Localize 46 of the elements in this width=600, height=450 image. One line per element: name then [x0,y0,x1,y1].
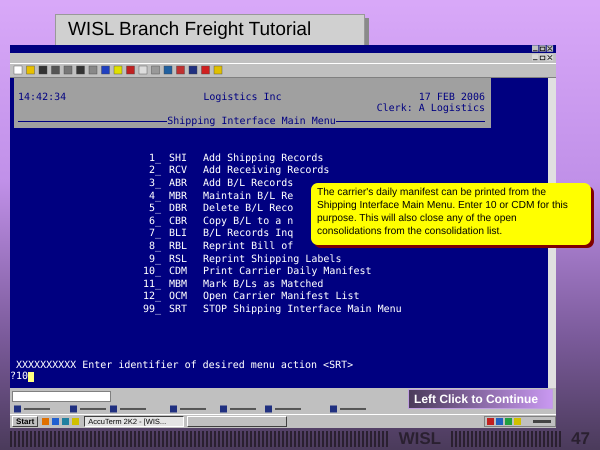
menu-code: MBM [168,278,188,292]
menu-number: 9_ [148,254,161,266]
menu-number: 11_ [142,278,161,292]
menu-code: SRT [168,304,188,317]
menu-code: SHI [168,152,188,166]
menu-number: 5_ [148,203,161,216]
menu-code: RBL [168,241,188,254]
menu-code: OCM [168,291,188,304]
menu-code: CDM [168,266,188,279]
menu-label: Delete B/L Reco [203,203,294,216]
menu-title: Shipping Interface Main Menu [167,116,336,127]
menu-number: 6_ [148,216,161,228]
menu-code: CBR [168,216,188,228]
menu-label: Copy B/L to a n [203,216,294,228]
menu-label: Reprint Shipping Labels [203,254,342,266]
menu-label: Mark B/Ls as Matched [203,278,324,291]
date-text: 17 FEB 2006 [418,92,485,103]
menu-label: Reprint Bill of [203,241,294,254]
menu-label: Open Carrier Manifest List [203,291,360,304]
menu-label: Add Receiving Records [203,165,330,178]
menu-code: MBR [168,190,188,204]
menu-number: 1_ [148,152,161,166]
company-name: Logistics Inc [203,92,282,103]
menu-code: DBR [168,203,188,216]
menu-number: 2_ [148,165,161,178]
menu-code: RSL [168,254,188,266]
prompt-text: XXXXXXXXXX Enter identifier of desired menu action <SRT> [15,360,354,371]
menu-label: Maintain B/L Re [203,190,294,203]
menu-number: 8_ [148,241,161,254]
callout-tooltip: The carrier's daily manifest can be printed from the Shipping Interface Main Menu. Enter 10 or CDM for this purpose. This will also close any of the open consolidations from the consolidation list. [311,183,591,245]
menu-number: 7_ [148,228,161,241]
time-text: 14:42:34 [18,92,66,103]
menu-label: Print Carrier Daily Manifest [203,266,372,279]
menu-number: 99_ [142,304,161,317]
menu-number: 12_ [142,291,161,304]
menu-number: 4_ [148,190,161,204]
menu-label: Add Shipping Records [203,152,324,165]
menu-label: Add B/L Records [203,178,294,191]
menu-code: ABR [168,178,188,191]
menu-code: BLI [168,228,188,241]
menu-number: 3_ [148,178,161,191]
menu-label: STOP Shipping Interface Main Menu [203,304,402,317]
menu-number: 10_ [142,266,161,279]
menu-code: RCV [168,165,188,178]
menu-label: B/L Records Inq [203,228,294,241]
clerk-text: Clerk: A Logistics [376,102,485,114]
